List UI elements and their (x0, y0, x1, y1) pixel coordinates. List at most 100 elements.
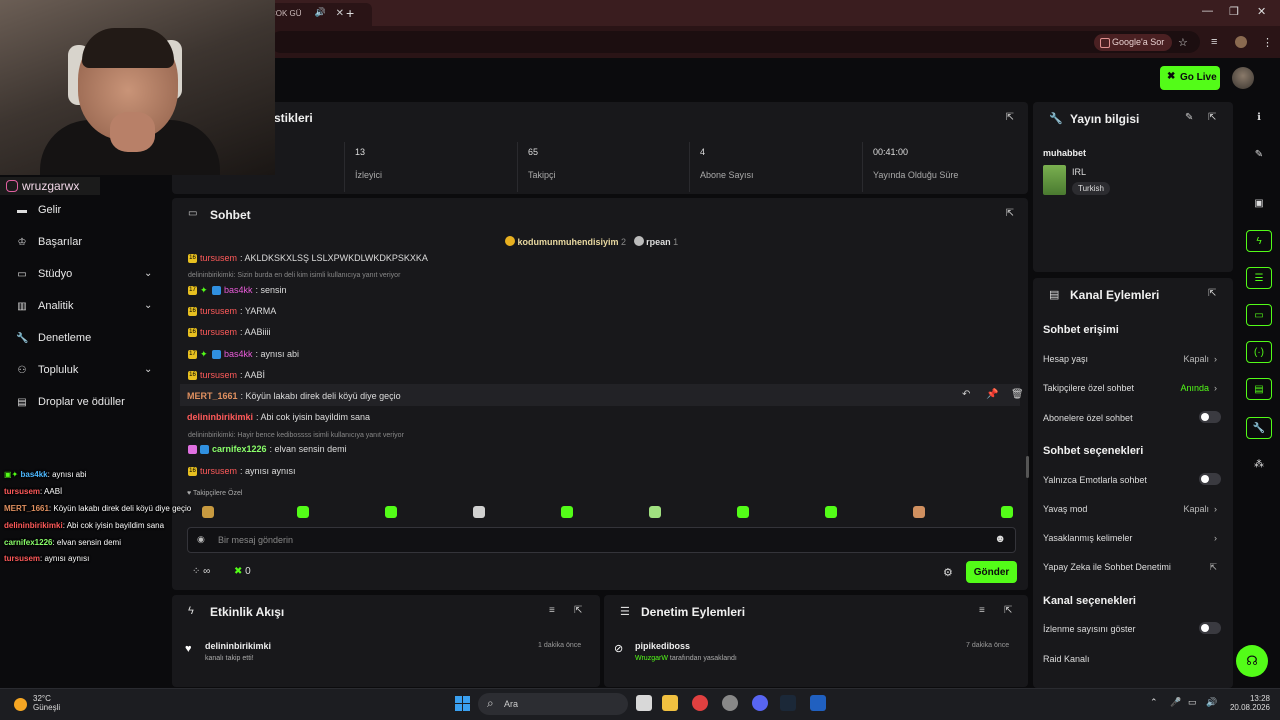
chat-message[interactable]: 16 tursusem: AABiiii (188, 327, 271, 337)
go-live-button[interactable]: Go Live (1160, 66, 1220, 90)
sidebar-item-topluluk[interactable]: ⚇ Topluluk (16, 364, 79, 376)
sidebar-item-denetleme[interactable]: 🔧 Denetleme (16, 332, 91, 344)
chat-message-input[interactable]: ◉ Bir mesaj gönderin ☻ (187, 527, 1016, 553)
weather-widget[interactable]: 32°C Güneşli (14, 694, 60, 712)
pin-icon[interactable]: 📌 (986, 389, 998, 400)
chat-message[interactable]: 16 tursusem: aynısı aynısı (188, 466, 296, 476)
close-window-icon[interactable]: ✕ (1257, 5, 1266, 18)
delete-icon[interactable]: 🗑 (1011, 389, 1024, 400)
taskbar-clock[interactable]: 13:28 20.08.2026 (1226, 694, 1270, 712)
emoji-icon[interactable]: ☻ (994, 533, 1006, 545)
chat-message[interactable]: MERT_1661: Köyün lakabı direk deli köyü … (187, 391, 401, 401)
bolt-icon[interactable]: ϟ (1246, 230, 1272, 252)
close-tab-icon[interactable]: ✕ (336, 8, 344, 19)
chat-message[interactable]: delininbirikimki: Abi cok iyisin bayildi… (187, 412, 370, 422)
network-icon[interactable]: ▭ (1188, 697, 1197, 708)
emote-icon[interactable] (297, 506, 309, 518)
chrome-icon[interactable] (692, 695, 708, 711)
popout-icon[interactable]: ⇱ (1208, 112, 1216, 123)
emote-icon[interactable] (385, 506, 397, 518)
sidebar-item-analitik[interactable]: ▥ Analitik (16, 300, 73, 312)
account-age-row[interactable]: Hesap yaşı Kapalı › (1043, 354, 1223, 364)
pen-icon[interactable]: ✎ (1246, 144, 1272, 166)
chat-message[interactable]: 17 ✦ bas4kk: aynısı abi (188, 349, 299, 359)
filter-icon[interactable]: ≡ (979, 605, 985, 616)
add-widget-icon[interactable]: ⁂ (1246, 454, 1272, 476)
chevron-down-icon[interactable]: ⌄ (144, 364, 152, 375)
emote-icon[interactable] (825, 506, 837, 518)
info-icon[interactable]: ℹ (1246, 107, 1272, 129)
mic-icon[interactable]: 🎤 (1170, 697, 1181, 708)
emotes-only-toggle[interactable] (1199, 473, 1221, 485)
browser-tab[interactable]: ÇOK GÜ 🔊 ✕ (262, 3, 372, 26)
actions-icon[interactable]: ▤ (1246, 378, 1272, 400)
show-viewers-toggle[interactable] (1199, 622, 1221, 634)
minimize-icon[interactable]: — (1202, 5, 1213, 17)
event-user[interactable]: delininbirikimki (205, 641, 271, 651)
category-thumbnail[interactable] (1043, 165, 1066, 195)
popout-icon[interactable]: ⇱ (1006, 112, 1014, 123)
emote-icon[interactable] (561, 506, 573, 518)
help-button[interactable]: ☊ (1236, 645, 1268, 677)
ai-moderation-row[interactable]: Yapay Zeka ile Sohbet Denetimi ⇱ (1043, 562, 1223, 572)
emote-icon[interactable] (1001, 506, 1013, 518)
banned-words-row[interactable]: Yasaklanmış kelimeler › (1043, 533, 1223, 543)
chat-message[interactable]: 16 tursusem: AABİ (188, 370, 265, 380)
reading-list-icon[interactable]: ≡ (1211, 36, 1217, 48)
start-icon[interactable] (455, 696, 470, 711)
chat-icon[interactable]: ▭ (1246, 304, 1272, 326)
chat-message[interactable]: 16 tursusem: YARMA (188, 306, 276, 316)
list-icon[interactable]: ☰ (1246, 267, 1272, 289)
sidebar-item-studyo[interactable]: ▭ Stüdyo (16, 268, 72, 280)
volume-icon[interactable]: 🔊 (1206, 697, 1217, 708)
obs-icon[interactable] (722, 695, 738, 711)
filter-icon[interactable]: ≡ (549, 605, 555, 616)
followers-chat-row[interactable]: Takipçilere özel sohbet Anında › (1043, 383, 1223, 393)
category-name[interactable]: IRL (1072, 167, 1086, 177)
user-avatar[interactable] (1232, 67, 1254, 89)
wrench-icon[interactable]: 🔧 (1246, 417, 1272, 439)
new-tab-icon[interactable]: + (346, 5, 354, 21)
chevron-down-icon[interactable]: ⌄ (144, 268, 152, 279)
popout-icon[interactable]: ⇱ (1004, 605, 1012, 616)
taskbar-search[interactable]: Ara (478, 693, 628, 715)
reply-icon[interactable]: ↶ (962, 389, 970, 400)
emote-icon[interactable] (913, 506, 925, 518)
chevron-down-icon[interactable]: ⌄ (144, 300, 152, 311)
sidebar-item-droplar[interactable]: ▤ Droplar ve ödüller (16, 396, 125, 408)
sidebar-item-basarilar[interactable]: ♔ Başarılar (16, 236, 83, 248)
menu-icon[interactable]: ⋮ (1262, 36, 1273, 49)
edit-icon[interactable]: ✎ (1185, 112, 1193, 123)
address-bar[interactable] (270, 31, 1200, 53)
discord-icon[interactable] (752, 695, 768, 711)
emote-icon[interactable] (649, 506, 661, 518)
google-sor-button[interactable]: Google'a Sor (1094, 34, 1173, 51)
bookmark-star-icon[interactable]: ☆ (1178, 36, 1188, 49)
emote-icon[interactable] (202, 506, 214, 518)
chat-message[interactable]: 17 ✦ bas4kk: sensin (188, 285, 287, 295)
file-explorer-icon[interactable] (662, 695, 678, 711)
slow-mode-row[interactable]: Yavaş mod Kapalı › (1043, 504, 1223, 514)
broadcast-icon[interactable]: (·) (1246, 341, 1272, 363)
tray-chevron-icon[interactable]: ⌃ (1150, 697, 1158, 708)
stats-icon[interactable]: ▣ (1246, 193, 1272, 215)
popout-icon[interactable]: ⇱ (574, 605, 582, 616)
chat-scrollbar[interactable] (1026, 456, 1029, 478)
steam-icon[interactable] (780, 695, 796, 711)
popout-icon[interactable]: ⇱ (1006, 208, 1014, 219)
mod-user[interactable]: pipikediboss (635, 641, 690, 651)
chat-message[interactable]: 16 tursusem: AKLDKSKXLSŞ LSLXPWKDLWKDKPSK… (188, 253, 428, 263)
task-view-icon[interactable] (636, 695, 652, 711)
raid-channel-row[interactable]: Raid Kanalı (1043, 654, 1223, 664)
sidebar-item-gelir[interactable]: ▬ Gelir (16, 204, 61, 216)
emote-icon[interactable] (473, 506, 485, 518)
profile-icon[interactable] (1235, 36, 1247, 48)
maximize-icon[interactable]: ❐ (1229, 5, 1239, 18)
subs-chat-toggle[interactable] (1199, 411, 1221, 423)
send-button[interactable]: Gönder (966, 561, 1017, 583)
chat-settings-icon[interactable]: ⚙ (943, 566, 953, 579)
app-icon[interactable] (810, 695, 826, 711)
popout-icon[interactable]: ⇱ (1208, 288, 1216, 299)
speaker-icon[interactable]: 🔊 (315, 7, 326, 18)
emote-icon[interactable] (737, 506, 749, 518)
